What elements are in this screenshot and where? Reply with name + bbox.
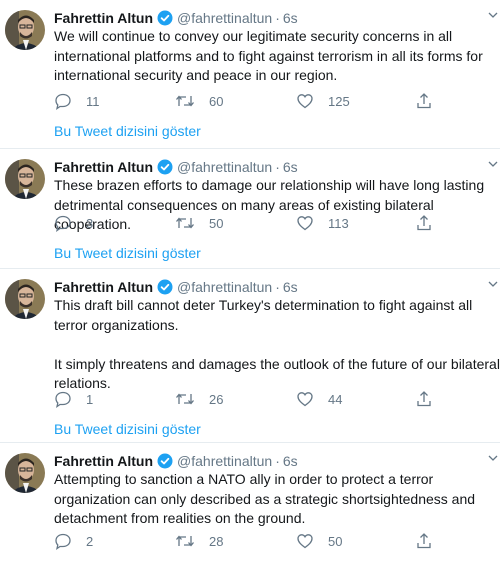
like-count: 125 xyxy=(328,93,350,109)
separator-dot: · xyxy=(275,159,280,175)
avatar[interactable] xyxy=(5,159,45,199)
share-button[interactable] xyxy=(415,389,433,409)
retweet-icon xyxy=(175,390,195,408)
tweet[interactable]: Fahrettin Altun @fahrettinaltun · 6s Thi… xyxy=(0,269,500,443)
like-icon xyxy=(296,390,314,408)
reply-button[interactable]: 11 xyxy=(54,91,100,111)
reply-button[interactable]: 1 xyxy=(54,389,93,409)
reply-count: 3 xyxy=(86,215,94,231)
reply-icon xyxy=(54,390,72,408)
like-count: 50 xyxy=(328,533,343,549)
retweet-count: 60 xyxy=(209,93,224,109)
avatar[interactable] xyxy=(5,10,45,50)
show-thread-link[interactable]: Bu Tweet dizisini göster xyxy=(54,123,201,139)
author-name[interactable]: Fahrettin Altun xyxy=(54,453,153,469)
reply-count: 11 xyxy=(86,93,100,109)
share-icon xyxy=(415,92,433,110)
show-thread-link[interactable]: Bu Tweet dizisini göster xyxy=(54,245,201,261)
avatar[interactable] xyxy=(5,453,45,493)
separator-dot: · xyxy=(275,279,280,295)
tweet-text: This draft bill cannot deter Turkey's de… xyxy=(54,297,500,391)
author-handle[interactable]: @fahrettinaltun xyxy=(177,10,272,26)
tweet-text: Attempting to sanction a NATO ally in or… xyxy=(54,471,476,526)
like-icon xyxy=(296,92,314,110)
author-handle[interactable]: @fahrettinaltun xyxy=(177,279,272,295)
author-name[interactable]: Fahrettin Altun xyxy=(54,159,153,175)
reply-count: 2 xyxy=(86,533,94,549)
tweet-header: Fahrettin Altun @fahrettinaltun · 6s xyxy=(54,157,298,177)
tweet-feed: Fahrettin Altun @fahrettinaltun · 6s We … xyxy=(0,0,500,566)
share-button[interactable] xyxy=(415,213,433,233)
timestamp[interactable]: 6s xyxy=(283,453,298,469)
retweet-icon xyxy=(175,214,195,232)
tweet-actions: 3 50 113 xyxy=(54,213,500,233)
retweet-count: 50 xyxy=(209,215,224,231)
tweet-actions: 2 28 50 xyxy=(54,531,500,551)
timestamp[interactable]: 6s xyxy=(283,10,298,26)
reply-button[interactable]: 3 xyxy=(54,213,93,233)
share-icon xyxy=(415,214,433,232)
author-name[interactable]: Fahrettin Altun xyxy=(54,10,153,26)
share-icon xyxy=(415,390,433,408)
share-button[interactable] xyxy=(415,91,433,111)
like-button[interactable]: 50 xyxy=(296,531,342,551)
tweet-header: Fahrettin Altun @fahrettinaltun · 6s xyxy=(54,277,298,297)
retweet-icon xyxy=(175,532,195,550)
reply-button[interactable]: 2 xyxy=(54,531,93,551)
tweet-header: Fahrettin Altun @fahrettinaltun · 6s xyxy=(54,8,298,28)
like-icon xyxy=(296,532,314,550)
separator-dot: · xyxy=(275,453,280,469)
retweet-button[interactable]: 28 xyxy=(175,531,223,551)
verified-badge-icon xyxy=(157,453,173,469)
reply-icon xyxy=(54,214,72,232)
chevron-down-icon[interactable] xyxy=(486,157,500,171)
tweet-actions: 11 60 125 xyxy=(54,91,500,111)
tweet-header: Fahrettin Altun @fahrettinaltun · 6s xyxy=(54,451,298,471)
like-count: 113 xyxy=(328,215,349,231)
tweet[interactable]: Fahrettin Altun @fahrettinaltun · 6s Att… xyxy=(0,443,500,566)
retweet-button[interactable]: 50 xyxy=(175,213,223,233)
tweet[interactable]: Fahrettin Altun @fahrettinaltun · 6s We … xyxy=(0,0,500,149)
timestamp[interactable]: 6s xyxy=(283,159,298,175)
retweet-count: 26 xyxy=(209,391,224,407)
author-handle[interactable]: @fahrettinaltun xyxy=(177,159,272,175)
share-icon xyxy=(415,532,433,550)
retweet-icon xyxy=(175,92,195,110)
like-button[interactable]: 125 xyxy=(296,91,350,111)
show-thread-link[interactable]: Bu Tweet dizisini göster xyxy=(54,421,201,437)
retweet-button[interactable]: 60 xyxy=(175,91,223,111)
reply-icon xyxy=(54,532,72,550)
avatar[interactable] xyxy=(5,279,45,319)
chevron-down-icon[interactable] xyxy=(486,451,500,465)
chevron-down-icon[interactable] xyxy=(486,277,500,291)
verified-badge-icon xyxy=(157,279,173,295)
verified-badge-icon xyxy=(157,159,173,175)
tweet-actions: 1 26 44 xyxy=(54,389,500,409)
retweet-button[interactable]: 26 xyxy=(175,389,223,409)
like-button[interactable]: 44 xyxy=(296,389,342,409)
tweet[interactable]: Fahrettin Altun @fahrettinaltun · 6s The… xyxy=(0,149,500,269)
verified-badge-icon xyxy=(157,10,173,26)
tweet-text: We will continue to convey our legitimat… xyxy=(54,28,483,83)
retweet-count: 28 xyxy=(209,533,224,549)
like-button[interactable]: 113 xyxy=(296,213,349,233)
like-count: 44 xyxy=(328,391,343,407)
reply-icon xyxy=(54,92,72,110)
author-name[interactable]: Fahrettin Altun xyxy=(54,279,153,295)
timestamp[interactable]: 6s xyxy=(283,279,298,295)
separator-dot: · xyxy=(275,10,280,26)
share-button[interactable] xyxy=(415,531,433,551)
like-icon xyxy=(296,214,314,232)
chevron-down-icon[interactable] xyxy=(486,8,500,22)
reply-count: 1 xyxy=(86,391,94,407)
author-handle[interactable]: @fahrettinaltun xyxy=(177,453,272,469)
